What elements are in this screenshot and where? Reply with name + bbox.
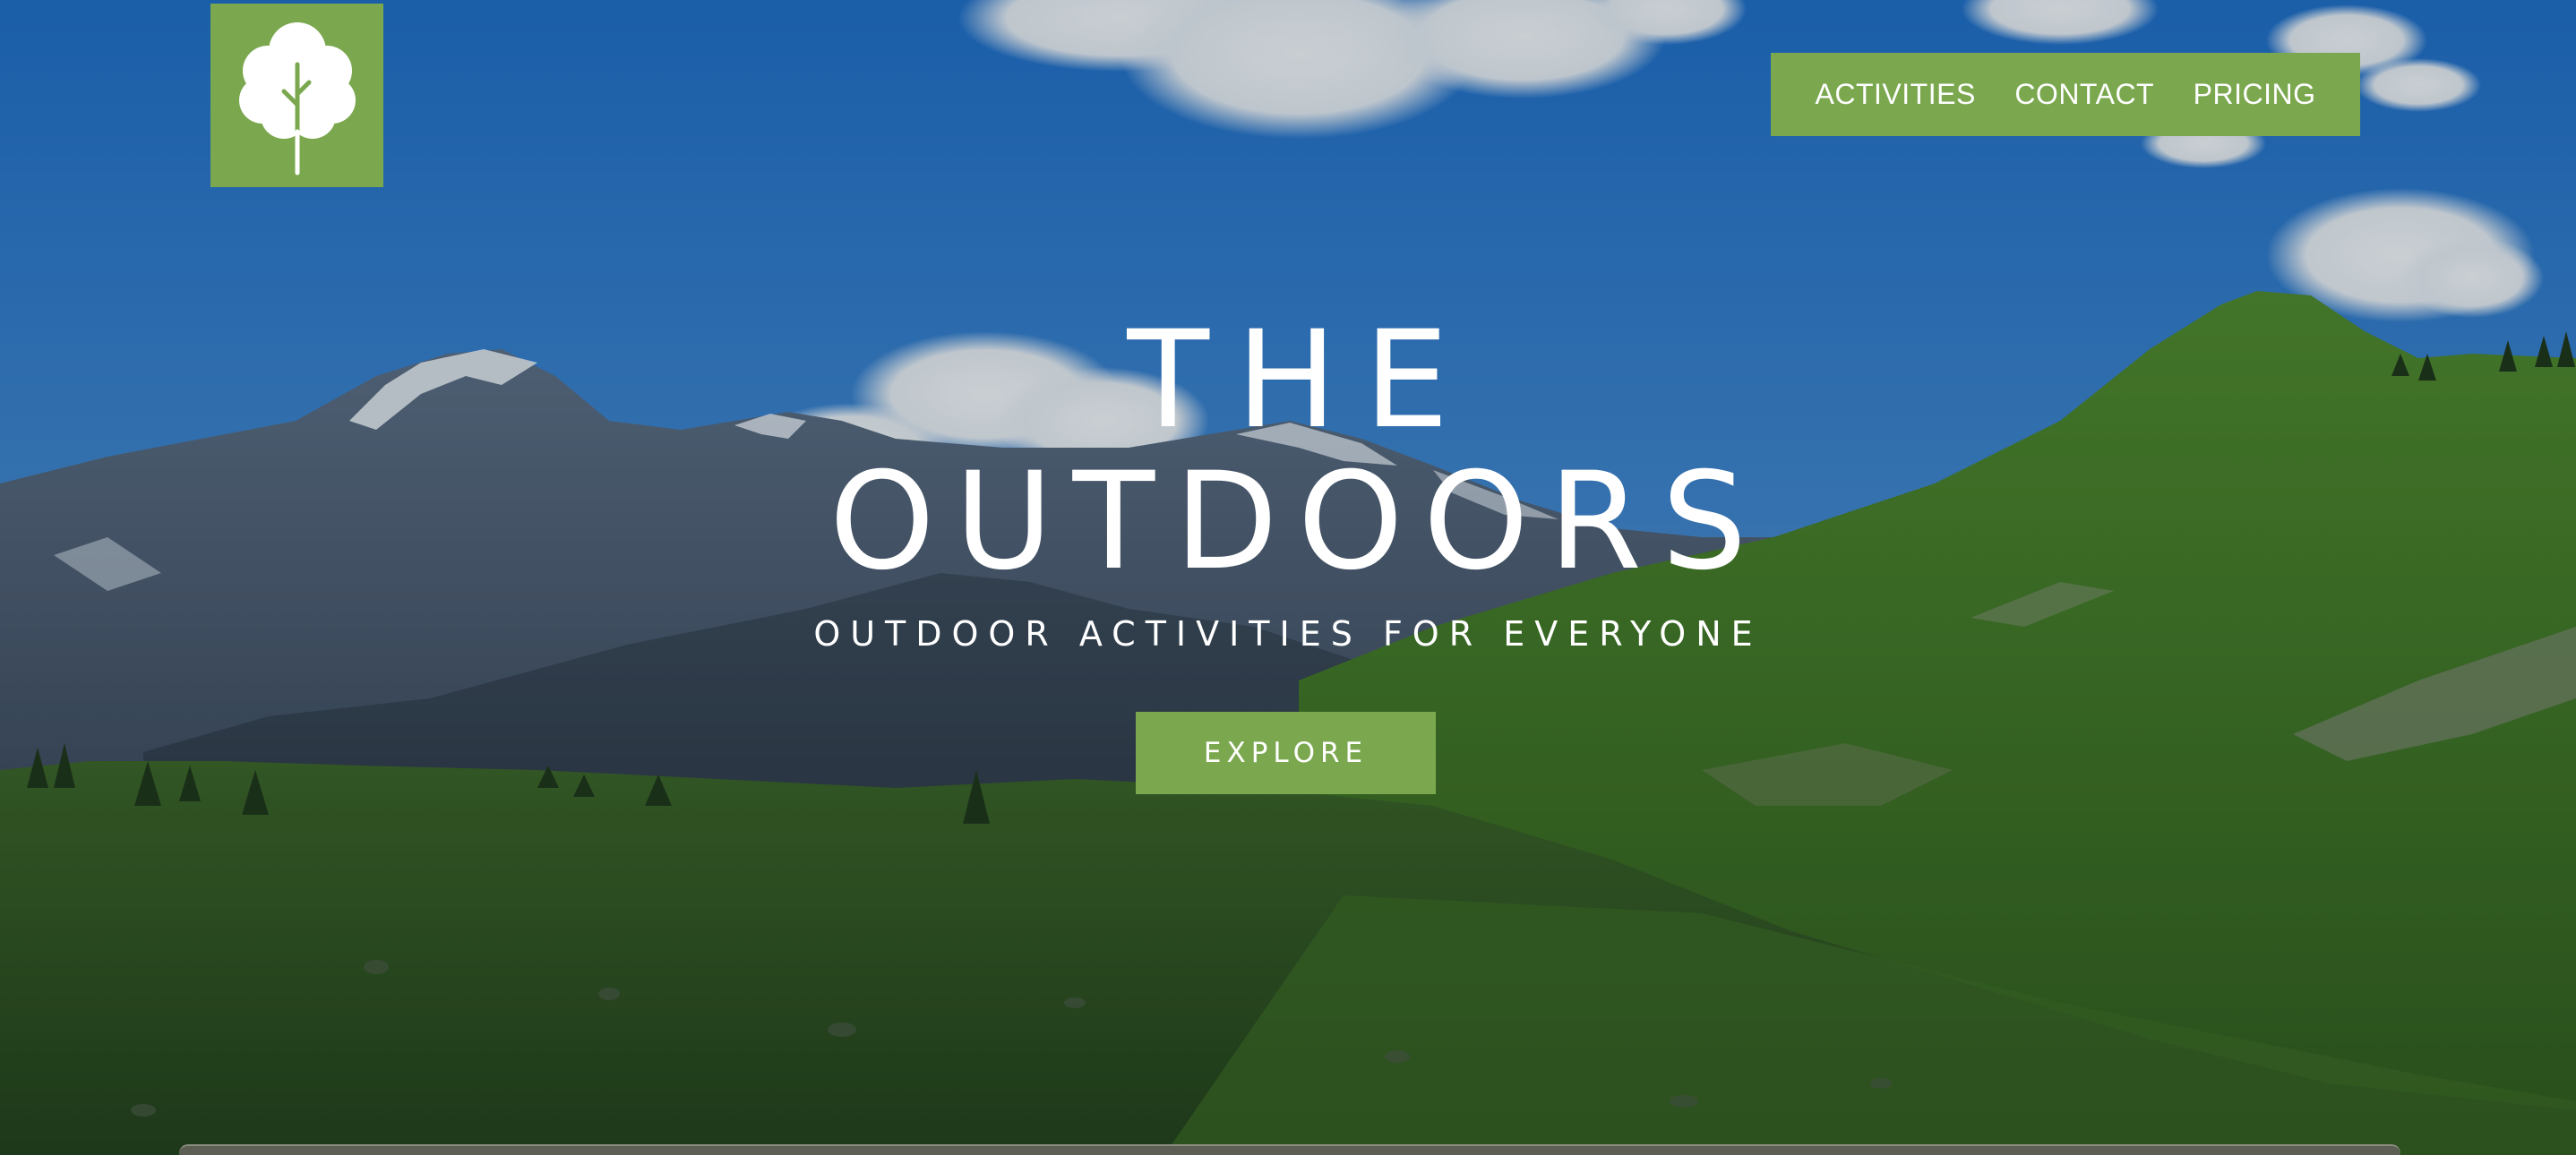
hero-subtitle: OUTDOOR ACTIVITIES FOR EVERYONE (813, 614, 1763, 654)
landing-page: ACTIVITIES CONTACT PRICING THE OUTDOORS … (0, 0, 2576, 1155)
nav-item-contact[interactable]: CONTACT (2014, 78, 2154, 111)
tree-icon (238, 21, 356, 175)
explore-button[interactable]: EXPLORE (1136, 712, 1436, 794)
nav-item-activities[interactable]: ACTIVITIES (1816, 78, 1976, 111)
hero-title-line-1: THE (1127, 303, 1476, 458)
hero-title: THE OUTDOORS (751, 313, 1825, 589)
hero-title-line-2: OUTDOORS (829, 444, 1767, 600)
main-nav: ACTIVITIES CONTACT PRICING (1771, 53, 2360, 136)
logo[interactable] (210, 4, 383, 187)
nav-item-pricing[interactable]: PRICING (2194, 78, 2316, 111)
bottom-section-edge (179, 1144, 2400, 1155)
